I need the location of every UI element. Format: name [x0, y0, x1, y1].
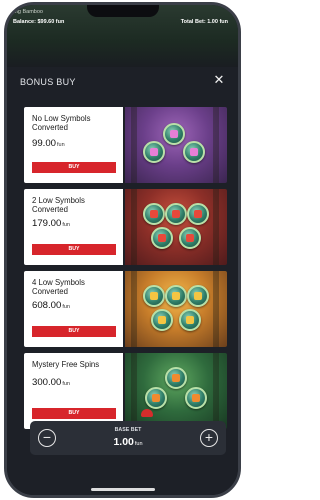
offer-price-value: 608.00 — [32, 300, 62, 311]
offer-price-unit: fun — [62, 222, 70, 228]
symbol-icon — [190, 148, 198, 156]
coin-symbol — [151, 309, 173, 331]
coin-symbol — [165, 285, 187, 307]
bonus-offer-mystery-free-spins: Mystery Free Spins 300.00fun BUY — [24, 353, 227, 429]
offer-name: 4 Low Symbols Converted — [32, 278, 85, 296]
symbol-icon — [186, 234, 194, 242]
home-indicator — [91, 488, 155, 491]
symbol-icon — [192, 394, 200, 402]
offer-card: 2 Low Symbols Converted 179.00fun BUY — [24, 189, 123, 265]
offer-artwork — [125, 107, 227, 183]
coin-symbol — [187, 285, 209, 307]
modal-title: BONUS BUY — [20, 77, 76, 87]
base-bet-amount: 1.00 — [113, 436, 134, 448]
coin-symbol — [179, 309, 201, 331]
total-bet-text: Total Bet: 1.00 fun — [180, 19, 228, 25]
symbol-icon — [194, 210, 202, 218]
offer-price: 608.00fun — [32, 300, 70, 311]
plus-icon[interactable]: + — [200, 429, 218, 447]
bamboo-stalk — [213, 271, 219, 347]
bonus-offer-4-low-symbols: 4 Low Symbols Converted 608.00fun BUY — [24, 271, 227, 347]
base-bet-unit: fun — [134, 441, 143, 447]
bamboo-stalk — [131, 353, 137, 429]
symbol-icon — [172, 210, 180, 218]
offer-price-value: 179.00 — [32, 218, 62, 229]
coin-symbol — [187, 203, 209, 225]
symbol-icon — [194, 292, 202, 300]
symbol-icon — [150, 292, 158, 300]
offer-card: No Low Symbols Converted 99.00fun BUY — [24, 107, 123, 183]
base-bet-panel: − BASE BET 1.00fun + — [30, 421, 226, 455]
offer-price-unit: fun — [62, 304, 70, 310]
offer-price: 300.00fun — [32, 377, 70, 388]
coin-symbol — [183, 141, 205, 163]
bamboo-stalk — [131, 107, 137, 183]
offer-artwork — [125, 353, 227, 429]
buy-button[interactable]: BUY — [32, 326, 116, 337]
offer-price-unit: fun — [57, 142, 65, 148]
coin-symbol — [165, 367, 187, 389]
offer-name: No Low Symbols Converted — [32, 114, 91, 132]
coin-symbol — [143, 203, 165, 225]
symbol-icon — [186, 316, 194, 324]
base-bet-label: BASE BET — [114, 427, 142, 433]
symbol-icon — [172, 292, 180, 300]
offer-artwork — [125, 189, 227, 265]
lantern-icon — [141, 409, 153, 417]
offer-card: 4 Low Symbols Converted 608.00fun BUY — [24, 271, 123, 347]
bamboo-stalk — [213, 189, 219, 265]
game-name: Big Bamboo — [13, 9, 43, 15]
symbol-icon — [150, 148, 158, 156]
offer-card: Mystery Free Spins 300.00fun BUY — [24, 353, 123, 429]
offer-price: 99.00fun — [32, 138, 65, 149]
symbol-icon — [158, 316, 166, 324]
bonus-offer-2-low-symbols: 2 Low Symbols Converted 179.00fun BUY — [24, 189, 227, 265]
coin-symbol — [179, 227, 201, 249]
coin-symbol — [145, 387, 167, 409]
close-icon[interactable]: ✕ — [212, 73, 226, 87]
offer-artwork — [125, 271, 227, 347]
bamboo-stalk — [213, 107, 219, 183]
offer-price: 179.00fun — [32, 218, 70, 229]
bamboo-stalk — [131, 271, 137, 347]
coin-symbol — [143, 285, 165, 307]
bonus-offer-no-low-symbols: No Low Symbols Converted 99.00fun BUY — [24, 107, 227, 183]
base-bet-value: 1.00fun — [30, 436, 226, 448]
buy-button[interactable]: BUY — [32, 244, 116, 255]
camera-notch — [87, 5, 159, 17]
symbol-icon — [158, 234, 166, 242]
symbol-icon — [170, 130, 178, 138]
coin-symbol — [165, 203, 187, 225]
symbol-icon — [152, 394, 160, 402]
phone-frame: Big Bamboo Balance: $99.60 fun Total Bet… — [4, 2, 241, 498]
coin-symbol — [185, 387, 207, 409]
buy-button[interactable]: BUY — [32, 162, 116, 173]
coin-symbol — [163, 123, 185, 145]
balance-text: Balance: $99.60 fun — [13, 19, 65, 25]
symbol-icon — [150, 210, 158, 218]
offer-price-value: 300.00 — [32, 377, 62, 388]
symbol-icon — [172, 374, 180, 382]
bamboo-stalk — [213, 353, 219, 429]
offer-name: 2 Low Symbols Converted — [32, 196, 85, 214]
bonus-buy-modal: BONUS BUY ✕ No Low Symbols Converted 99.… — [7, 67, 238, 495]
offer-price-unit: fun — [62, 381, 70, 387]
coin-symbol — [143, 141, 165, 163]
offer-price-value: 99.00 — [32, 138, 57, 149]
offer-name: Mystery Free Spins — [32, 360, 100, 369]
buy-button[interactable]: BUY — [32, 408, 116, 419]
coin-symbol — [151, 227, 173, 249]
bamboo-stalk — [131, 189, 137, 265]
